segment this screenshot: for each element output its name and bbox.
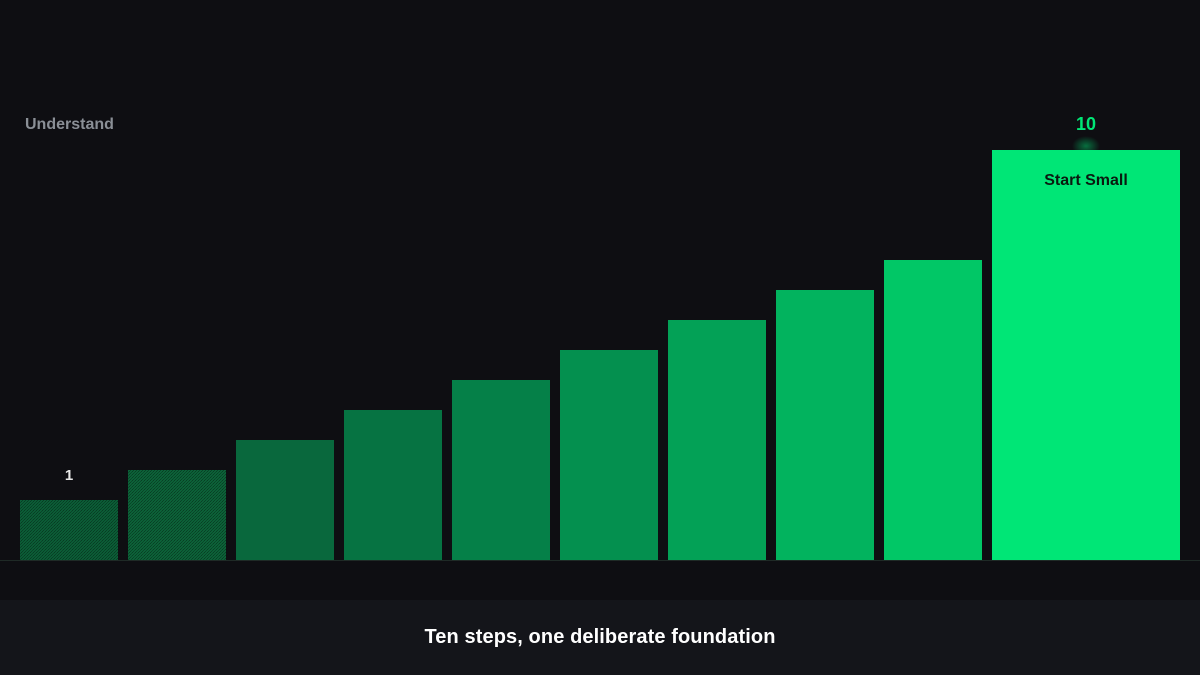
bar-3 [236, 440, 334, 560]
bar-9 [884, 260, 982, 560]
bar-6 [560, 350, 658, 560]
chart-caption: Ten steps, one deliberate foundation [424, 626, 776, 648]
step-bar-chart: 1 10 Start Small [0, 114, 1200, 561]
chart-area: 1 10 Start Small Understand [0, 0, 1200, 600]
bar-4 [344, 410, 442, 560]
bar-10 [992, 150, 1180, 560]
first-value-label: 1 [65, 467, 73, 484]
last-bar-glow [1072, 136, 1100, 156]
caption-bar: Ten steps, one deliberate foundation [0, 600, 1200, 675]
bar-5 [452, 380, 550, 560]
last-bar-inner-label: Start Small [1044, 172, 1128, 189]
last-value-label: 10 [1076, 114, 1096, 134]
bar-texture-2 [128, 470, 226, 560]
bar-texture-1 [20, 500, 118, 560]
bar-7 [668, 320, 766, 560]
bar-8 [776, 290, 874, 560]
top-left-annotation: Understand [25, 116, 114, 133]
